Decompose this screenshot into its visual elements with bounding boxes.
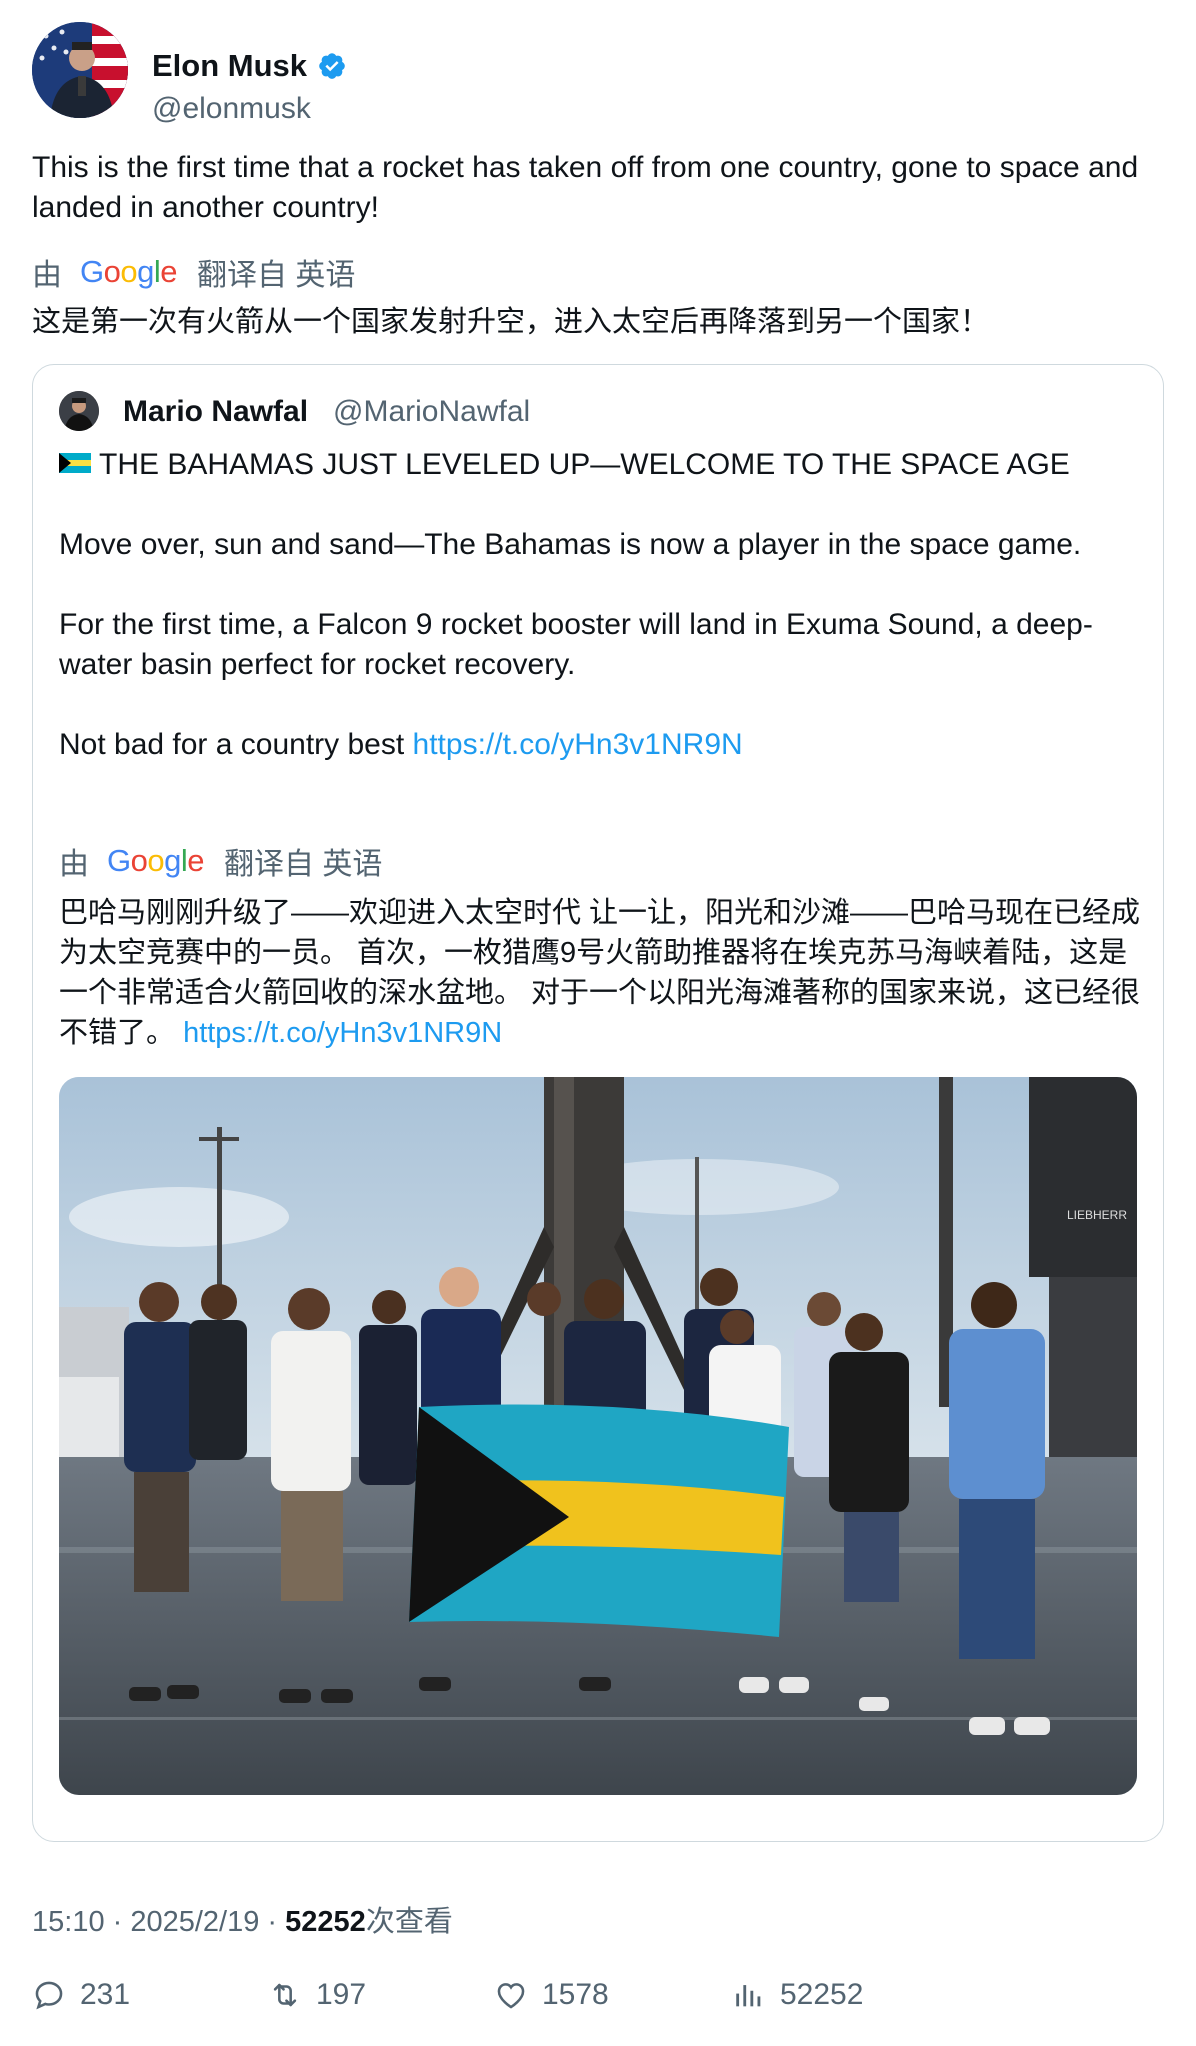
google-logo-icon: Google — [107, 843, 205, 878]
quote-link[interactable]: https://t.co/yHn3v1NR9N — [413, 728, 743, 761]
google-logo-icon: Google — [80, 254, 178, 289]
views-count: 52252 — [780, 1978, 864, 2011]
svg-text:LIEBHERR: LIEBHERR — [1067, 1208, 1127, 1222]
like-button[interactable]: 1578 — [494, 1978, 609, 2012]
quote-paragraph: For the first time, a Falcon 9 rocket bo… — [59, 608, 1093, 681]
translated-from-label: 翻译自 英语 — [224, 848, 383, 881]
quote-photo[interactable]: LIEBHERR — [59, 1077, 1137, 1795]
heart-icon — [497, 1983, 525, 2009]
quote-text: THE BAHAMAS JUST LEVELED UP—WELCOME TO T… — [59, 445, 1139, 765]
bahamas-flag-icon — [59, 453, 91, 474]
author-name[interactable]: Elon Musk — [152, 48, 347, 84]
translated-from-label: 翻译自 英语 — [197, 259, 356, 292]
retweet-icon — [273, 1983, 297, 2007]
bahamas-flag-photo — [409, 1404, 789, 1637]
author-handle[interactable]: @elonmusk — [152, 92, 311, 126]
quote-author-handle[interactable]: @MarioNawfal — [333, 395, 530, 429]
analytics-icon — [736, 1985, 761, 2007]
quote-translation-link[interactable]: https://t.co/yHn3v1NR9N — [183, 1017, 502, 1049]
translation-attribution[interactable]: 由 Google 翻译自 英语 — [32, 250, 355, 294]
retweet-count: 197 — [316, 1978, 367, 2011]
quote-translation-attribution[interactable]: 由 Google 翻译自 英语 — [59, 839, 382, 883]
translated-by-label: 由 — [59, 848, 89, 881]
tweet-translation-text: 这是第一次有火箭从一个国家发射升空，进入太空后再降落到另一个国家！ — [32, 306, 990, 338]
verified-badge-icon — [319, 53, 345, 79]
like-count: 1578 — [542, 1978, 609, 2011]
translated-by-label: 由 — [32, 259, 62, 292]
quoted-tweet[interactable]: Mario Nawfal @MarioNawfal THE BAHAMAS JU… — [32, 364, 1164, 1842]
quote-author-name[interactable]: Mario Nawfal — [123, 395, 308, 429]
quote-translation-text: 巴哈马刚刚升级了——欢迎进入太空时代 让一让，阳光和沙滩——巴哈马现在已经成为太… — [59, 897, 1141, 1049]
quote-paragraph — [59, 485, 1139, 525]
quote-paragraph — [59, 565, 1139, 605]
views-button[interactable]: 52252 — [732, 1978, 863, 2012]
tweet-actions: 231 197 1578 52252 — [32, 1978, 1162, 2028]
quote-paragraph — [59, 685, 1139, 725]
quote-paragraph: Not bad for a country best https://t.co/… — [59, 728, 743, 761]
tweet-text: This is the first time that a rocket has… — [32, 151, 1139, 224]
reply-icon — [35, 1981, 63, 2010]
quote-author-avatar[interactable] — [59, 391, 99, 431]
tweet-author: Elon Musk @elonmusk — [32, 22, 1162, 125]
reply-button[interactable]: 231 — [32, 1978, 130, 2012]
tweet-timestamp[interactable]: 15:10 · 2025/2/19 · 52252次查看 — [32, 1898, 453, 1940]
quote-paragraph: Move over, sun and sand—The Bahamas is n… — [59, 528, 1082, 561]
view-count: 52252 — [285, 1906, 366, 1938]
reply-count: 231 — [80, 1978, 131, 2011]
author-avatar[interactable] — [32, 22, 128, 118]
retweet-button[interactable]: 197 — [268, 1978, 366, 2012]
quote-headline: THE BAHAMAS JUST LEVELED UP—WELCOME TO T… — [59, 445, 1139, 485]
